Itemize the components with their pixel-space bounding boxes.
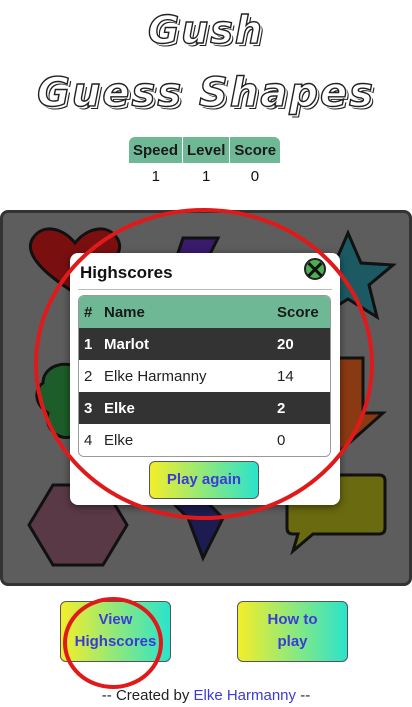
row-rank: 4 bbox=[79, 424, 99, 456]
row-name: Elke bbox=[99, 392, 272, 424]
table-row: 4 Elke 0 bbox=[79, 424, 330, 456]
col-name-header: Name bbox=[99, 296, 272, 328]
row-score: 14 bbox=[272, 360, 330, 392]
how-to-play-button[interactable]: How to play bbox=[237, 601, 348, 662]
row-rank: 1 bbox=[79, 328, 99, 360]
view-highscores-button[interactable]: View Highscores bbox=[60, 601, 171, 662]
footer-suffix: -- bbox=[296, 687, 311, 704]
author-link[interactable]: Elke Harmanny bbox=[193, 687, 296, 704]
diamond-shape[interactable] bbox=[169, 501, 225, 562]
modal-divider bbox=[78, 289, 332, 290]
footer: -- Created by Elke Harmanny -- bbox=[0, 687, 412, 704]
row-rank: 3 bbox=[79, 392, 99, 424]
how-to-play-label-2: play bbox=[277, 633, 308, 650]
play-again-button[interactable]: Play again bbox=[149, 461, 259, 499]
stat-value-speed: 1 bbox=[151, 167, 160, 185]
stat-value-level: 1 bbox=[202, 167, 211, 185]
close-icon[interactable] bbox=[304, 258, 326, 280]
row-name: Elke Harmanny bbox=[99, 360, 272, 392]
row-score: 2 bbox=[272, 392, 330, 424]
footer-prefix: -- Created by bbox=[101, 687, 194, 704]
row-name: Elke bbox=[99, 424, 272, 456]
highscores-table: # Name Score 1 Marlot 20 2 Elke Harmanny… bbox=[78, 295, 331, 457]
table-row: 3 Elke 2 bbox=[79, 392, 330, 424]
stat-header-speed: Speed bbox=[129, 137, 184, 163]
stat-value-score: 0 bbox=[250, 167, 260, 185]
view-highscores-label-1: View bbox=[98, 611, 133, 628]
table-row: 1 Marlot 20 bbox=[79, 328, 330, 360]
row-name: Marlot bbox=[99, 328, 272, 360]
highscores-modal: Highscores # Name Score 1 Marlot 20 2 El… bbox=[70, 253, 340, 505]
row-rank: 2 bbox=[79, 360, 99, 392]
stat-header-score: Score bbox=[229, 137, 281, 163]
row-score: 0 bbox=[272, 424, 330, 456]
table-row: 2 Elke Harmanny 14 bbox=[79, 360, 330, 392]
title-line-2: Guess Shapes bbox=[36, 69, 375, 116]
stats-table: Speed Level Score 1 1 0 bbox=[129, 137, 281, 189]
view-highscores-label-2: Highscores bbox=[74, 633, 157, 650]
row-score: 20 bbox=[272, 328, 330, 360]
modal-title: Highscores bbox=[80, 263, 173, 282]
title-line-1: Gush bbox=[147, 7, 264, 52]
stat-header-level: Level bbox=[182, 137, 231, 163]
how-to-play-label-1: How to bbox=[267, 611, 318, 628]
col-score-header: Score bbox=[272, 296, 330, 328]
col-rank-header: # bbox=[79, 296, 99, 328]
